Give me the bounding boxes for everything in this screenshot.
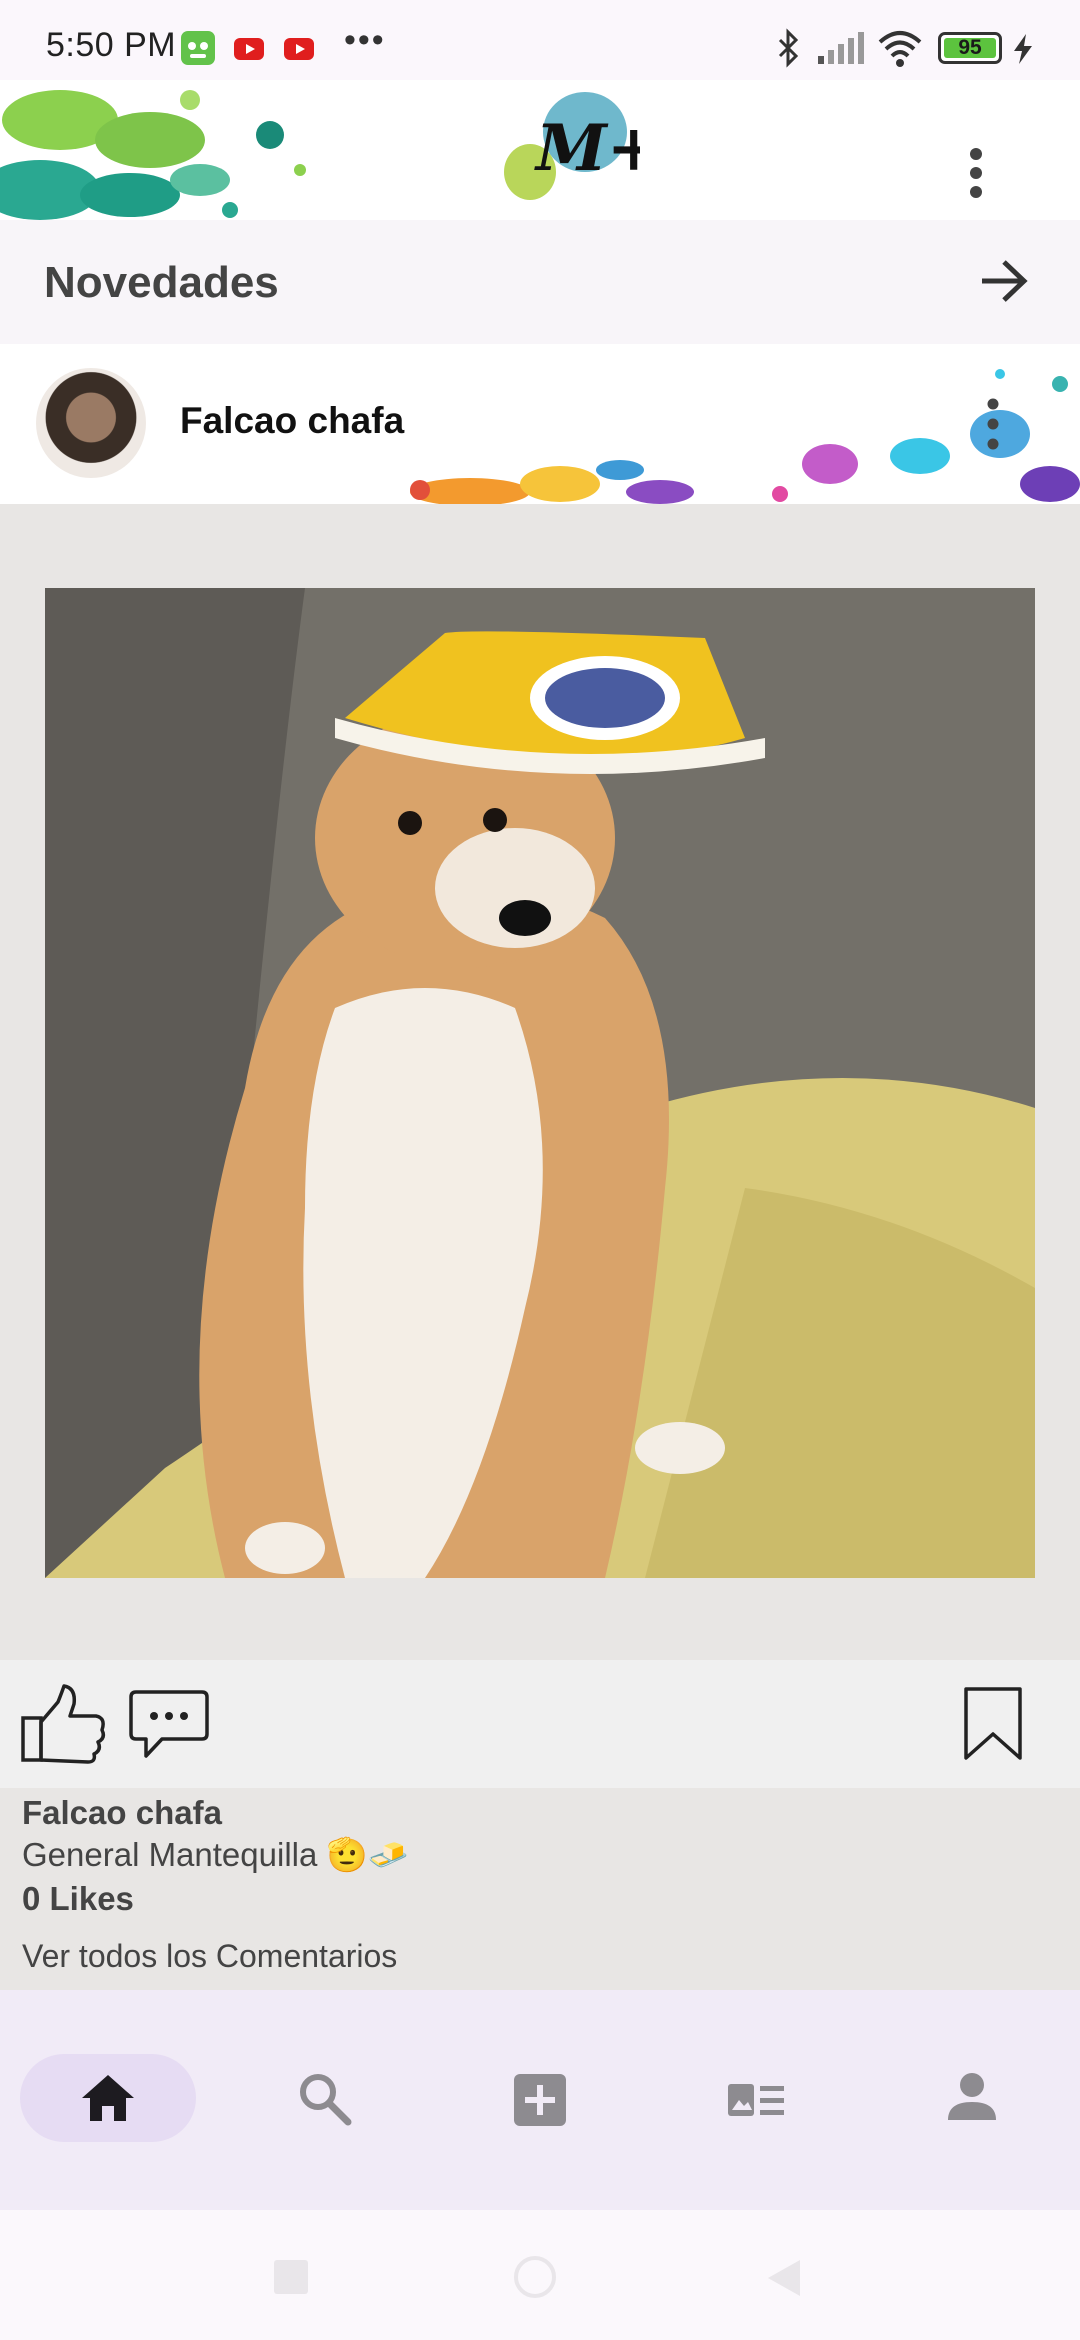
thumbs-up-icon[interactable] — [20, 1684, 106, 1764]
feed-icon[interactable] — [726, 2080, 786, 2120]
comment-icon[interactable] — [128, 1688, 210, 1762]
post-author[interactable]: Falcao chafa — [180, 400, 404, 442]
back-button[interactable] — [764, 2258, 804, 2298]
caption-author[interactable]: Falcao chafa — [22, 1794, 222, 1832]
signal-icon — [818, 32, 864, 64]
youtube-icon — [284, 38, 314, 60]
likes-count[interactable]: 0 Likes — [22, 1880, 134, 1918]
status-time: 5:50 PM — [46, 26, 177, 64]
arrow-right-icon[interactable] — [980, 258, 1030, 304]
app-header: M+ — [0, 80, 1080, 220]
caption-text: General Mantequilla 🫡🧈 — [22, 1836, 409, 1873]
section-title: Novedades — [44, 258, 279, 307]
post-image[interactable] — [45, 588, 1035, 1578]
paint-splash-decoration — [0, 90, 306, 220]
app-logo: M+ — [504, 92, 640, 200]
robot-notification-icon — [181, 31, 215, 65]
shiba-dog-photo — [45, 588, 1035, 1578]
avatar[interactable] — [36, 368, 146, 478]
battery-icon: 95 — [938, 32, 1002, 64]
home-icon — [82, 2075, 134, 2121]
more-vert-icon[interactable] — [964, 146, 988, 200]
search-icon[interactable] — [296, 2070, 352, 2126]
svg-text:M+: M+ — [534, 111, 640, 186]
home-button[interactable] — [514, 2256, 556, 2298]
nav-item-home[interactable] — [20, 2054, 196, 2142]
paint-splash-decoration — [410, 369, 1080, 504]
post-header — [0, 344, 1080, 504]
add-box-icon[interactable] — [514, 2074, 566, 2126]
bluetooth-icon — [778, 28, 799, 68]
wifi-icon — [878, 31, 922, 67]
recents-button[interactable] — [274, 2260, 308, 2294]
youtube-icon — [234, 38, 264, 60]
more-icon: ••• — [344, 21, 386, 59]
more-vert-icon[interactable] — [982, 396, 1004, 456]
person-icon[interactable] — [946, 2070, 998, 2122]
charging-icon — [1014, 34, 1032, 64]
bookmark-icon[interactable] — [962, 1686, 1024, 1762]
view-comments-link[interactable]: Ver todos los Comentarios — [22, 1938, 397, 1975]
